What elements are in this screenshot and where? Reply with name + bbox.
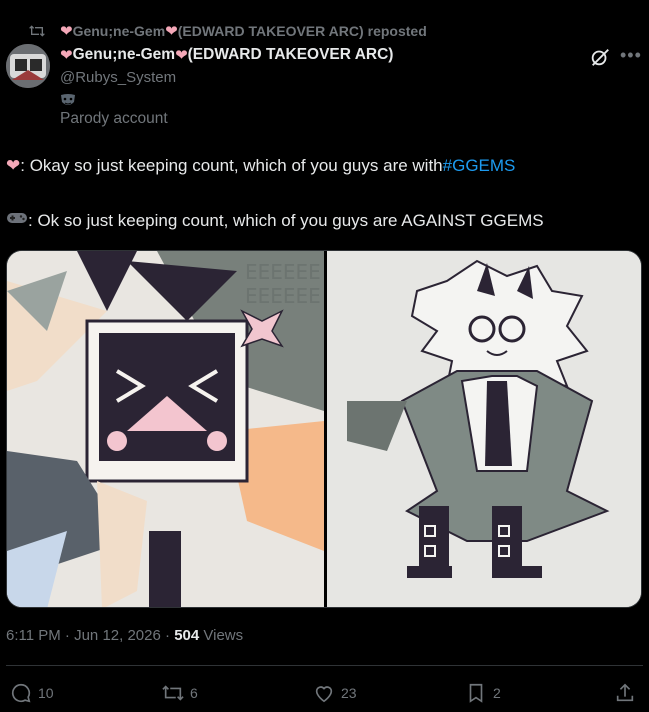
- author-display-name[interactable]: Genu;ne-Gem: [73, 46, 175, 64]
- media-image-left[interactable]: EEEEEE EEEEEE: [7, 251, 324, 608]
- heart-emoji-icon: ❤: [175, 47, 188, 64]
- repost-count: 6: [190, 685, 198, 701]
- heart-emoji-icon: ❤: [60, 23, 73, 40]
- svg-text:EEEEEE: EEEEEE: [245, 260, 321, 284]
- reply-button[interactable]: 10: [10, 681, 54, 705]
- svg-text:EEEEEE: EEEEEE: [245, 284, 321, 308]
- reply-icon: [11, 683, 31, 703]
- tweet-meta: 6:11 PM · Jun 12, 2026 · 504 Views: [6, 627, 243, 644]
- hashtag-link[interactable]: #GGEMS: [443, 156, 516, 176]
- tweet-line-2-text: : Ok so just keeping count, which of you…: [28, 210, 544, 230]
- heart-icon: [315, 686, 333, 703]
- bookmark-icon: [469, 683, 483, 703]
- like-count: 23: [341, 685, 357, 701]
- share-button[interactable]: [614, 681, 642, 705]
- tweet-date[interactable]: Jun 12, 2026: [74, 627, 161, 644]
- repost-arc[interactable]: (EDWARD TAKEOVER ARC): [178, 23, 364, 39]
- reply-count: 10: [38, 685, 54, 701]
- tweet-time[interactable]: 6:11 PM: [6, 627, 61, 644]
- grok-icon[interactable]: [589, 46, 611, 68]
- heart-emoji-icon: ❤: [6, 156, 21, 175]
- repost-display-name[interactable]: Genu;ne-Gem: [73, 23, 166, 39]
- game-controller-emoji-icon: [6, 210, 28, 231]
- more-options-icon[interactable]: •••: [620, 46, 642, 68]
- meta-separator: ·: [64, 627, 75, 644]
- repost-suffix: reposted: [367, 23, 427, 39]
- tweet-media[interactable]: EEEEEE EEEEEE: [6, 250, 642, 608]
- heart-emoji-icon: ❤: [60, 47, 73, 64]
- media-image-right[interactable]: [327, 251, 642, 608]
- bookmark-count: 2: [493, 685, 501, 701]
- like-button[interactable]: 23: [313, 681, 357, 705]
- author-handle[interactable]: @Rubys_System: [60, 69, 649, 86]
- tweet-line-1-text: : Okay so just keeping count, which of y…: [20, 156, 443, 175]
- divider: [6, 665, 643, 666]
- bookmark-button[interactable]: 2: [465, 681, 501, 705]
- avatar[interactable]: [6, 44, 50, 88]
- share-icon: [616, 683, 634, 702]
- author-name-row[interactable]: ❤ Genu;ne-Gem ❤ (EDWARD TAKEOVER ARC): [60, 44, 649, 66]
- author-arc[interactable]: (EDWARD TAKEOVER ARC): [188, 46, 394, 64]
- repost-button[interactable]: 6: [162, 681, 198, 705]
- repost-icon: [162, 685, 184, 701]
- parody-label: Parody account: [60, 110, 168, 127]
- repost-icon: [28, 21, 50, 41]
- theater-mask-icon: [60, 94, 76, 108]
- views-label: Views: [203, 627, 244, 644]
- tweet-header: ❤ Genu;ne-Gem ❤ (EDWARD TAKEOVER ARC) @R…: [60, 44, 649, 128]
- repost-context[interactable]: ❤ Genu;ne-Gem ❤ (EDWARD TAKEOVER ARC) re…: [28, 20, 427, 42]
- meta-separator: ·: [165, 627, 175, 644]
- views-count: 504: [174, 627, 200, 644]
- tweet-line-1: ❤ : Okay so just keeping count, which of…: [6, 156, 515, 176]
- heart-emoji-icon: ❤: [165, 23, 178, 40]
- tweet-line-2: : Ok so just keeping count, which of you…: [6, 210, 544, 231]
